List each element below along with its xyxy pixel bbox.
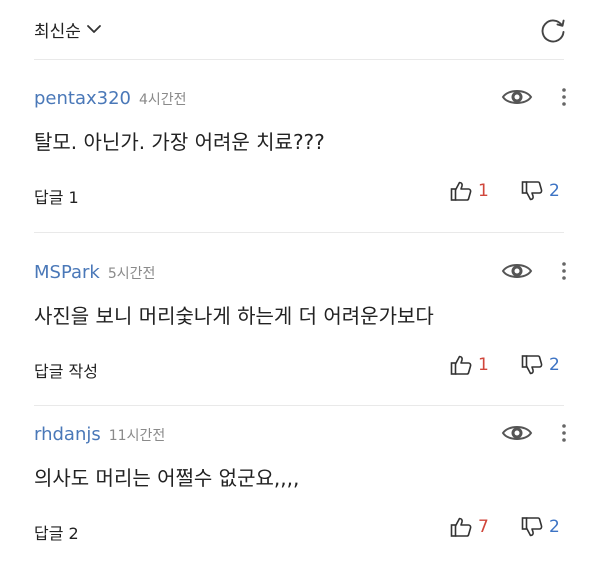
thumbs-down-icon [521,355,543,375]
comment-time: 11시간전 [108,428,166,444]
comment-time: 5시간전 [107,266,156,282]
thumbs-up-icon [450,355,472,375]
comment-item: MSPark 5시간전 사진을 보니 머리숯나게 하는게 더 어려운가보다 답글… [0,236,598,406]
dislike-count: 2 [549,517,560,537]
like-count: 1 [478,181,489,201]
comment-item: rhdanjs 11시간전 의사도 머리는 어쩔수 없군요,,,, 답글 2 7… [0,398,598,568]
like-button[interactable]: 1 [450,180,489,202]
more-vertical-icon[interactable] [557,422,571,444]
divider [34,232,564,233]
thumbs-up-icon [450,181,472,201]
comment-text: 사진을 보니 머리숯나게 하는게 더 어려운가보다 [34,304,434,328]
reply-button[interactable]: 답글 1 [34,184,79,208]
comment-author[interactable]: rhdanjs [34,424,101,445]
dislike-button[interactable]: 2 [521,180,560,202]
comment-author[interactable]: pentax320 [34,88,131,109]
dislike-button[interactable]: 2 [521,516,560,538]
sort-dropdown[interactable]: 최신순 [34,17,101,42]
reply-button[interactable]: 답글 2 [34,520,79,544]
eye-icon[interactable] [501,86,533,108]
thumbs-down-icon [521,517,543,537]
dislike-button[interactable]: 2 [521,354,560,376]
dislike-count: 2 [549,181,560,201]
refresh-icon[interactable] [538,16,568,46]
like-button[interactable]: 1 [450,354,489,376]
thumbs-up-icon [450,517,472,537]
divider [34,59,564,60]
dislike-count: 2 [549,355,560,375]
like-count: 7 [478,517,489,537]
comment-text: 의사도 머리는 어쩔수 없군요,,,, [34,466,300,490]
more-vertical-icon[interactable] [557,86,571,108]
comment-time: 4시간전 [139,92,187,108]
comment-header: 최신순 [0,0,598,60]
like-button[interactable]: 7 [450,516,489,538]
reply-button[interactable]: 답글 작성 [34,358,98,382]
comment-meta: rhdanjs 11시간전 [34,424,165,445]
like-count: 1 [478,355,489,375]
comment-meta: pentax320 4시간전 [34,88,187,109]
chevron-down-icon [87,25,101,33]
eye-icon[interactable] [501,260,533,282]
comment-text: 탈모. 아닌가. 가장 어려운 치료??? [34,130,325,154]
comment-item: pentax320 4시간전 탈모. 아닌가. 가장 어려운 치료??? 답글 … [0,62,598,232]
comment-author[interactable]: MSPark [34,262,100,283]
more-vertical-icon[interactable] [557,260,571,282]
sort-label: 최신순 [34,22,81,42]
comment-meta: MSPark 5시간전 [34,262,155,283]
thumbs-down-icon [521,181,543,201]
eye-icon[interactable] [501,422,533,444]
